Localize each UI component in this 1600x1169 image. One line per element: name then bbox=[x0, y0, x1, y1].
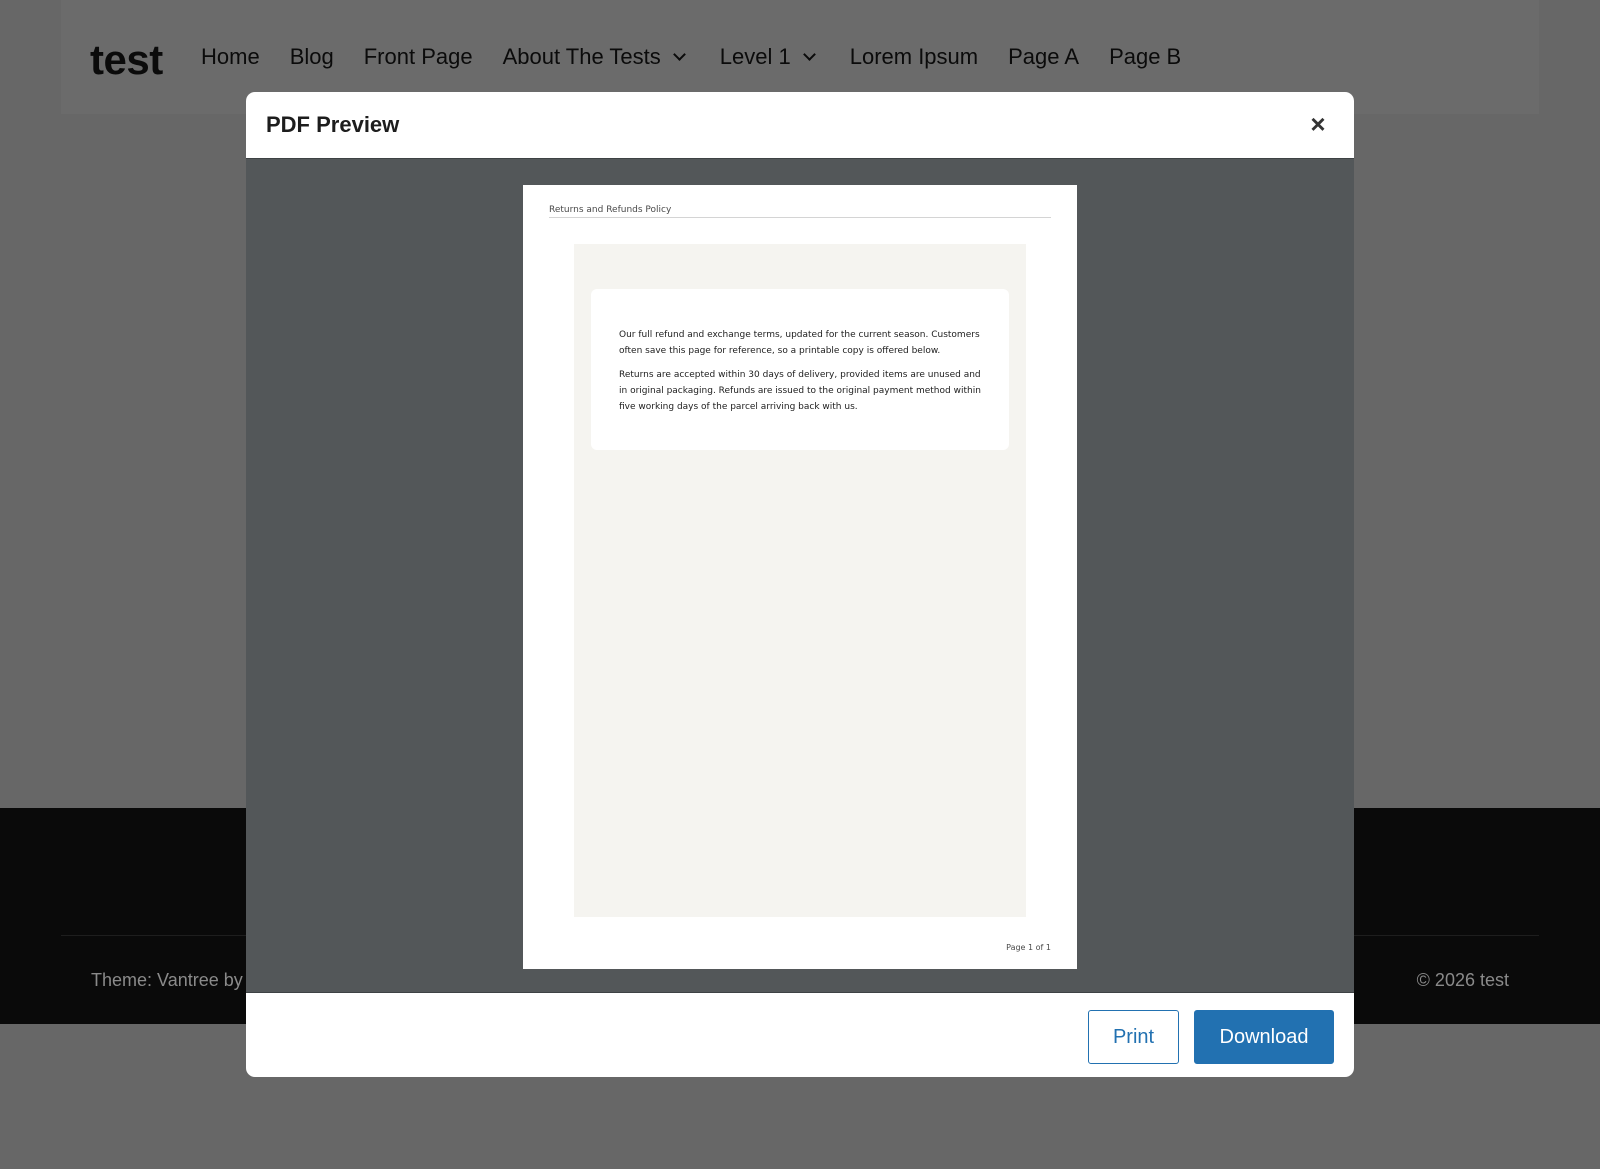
nav-item-page-a[interactable]: Page A bbox=[1008, 44, 1079, 70]
nav-label: About The Tests bbox=[502, 44, 661, 69]
nav-item-lorem-ipsum[interactable]: Lorem Ipsum bbox=[850, 44, 978, 70]
print-button[interactable]: Print bbox=[1088, 1010, 1179, 1064]
nav-label: Level 1 bbox=[719, 44, 791, 69]
pdf-preview-modal: PDF Preview × Returns and Refunds Policy… bbox=[246, 92, 1354, 1077]
pdf-page-body: Our full refund and exchange terms, upda… bbox=[574, 244, 1026, 917]
chevron-down-icon[interactable] bbox=[802, 47, 816, 61]
nav-item-level-1[interactable]: Level 1 bbox=[719, 44, 816, 70]
nav-item-page-b[interactable]: Page B bbox=[1109, 44, 1181, 70]
nav-label: Lorem Ipsum bbox=[849, 44, 979, 69]
site-title[interactable]: test bbox=[90, 36, 163, 84]
footer-copyright: © 2026 test bbox=[1416, 970, 1509, 990]
modal-footer: Print Download bbox=[246, 993, 1354, 1077]
nav-label: Page B bbox=[1109, 44, 1182, 69]
pdf-content-card: Our full refund and exchange terms, upda… bbox=[591, 289, 1009, 450]
modal-title: PDF Preview bbox=[266, 112, 400, 137]
nav-item-home[interactable]: Home bbox=[201, 44, 260, 70]
pdf-page-indicator: Page 1 of 1 bbox=[1006, 943, 1051, 952]
pdf-page: Returns and Refunds Policy Our full refu… bbox=[523, 185, 1077, 969]
nav-label: Page A bbox=[1008, 44, 1080, 69]
nav-item-blog[interactable]: Blog bbox=[290, 44, 334, 70]
nav-label: Home bbox=[201, 44, 260, 69]
footer-theme-credit: Theme: Vantree by bbox=[91, 970, 243, 990]
close-icon[interactable]: × bbox=[1304, 110, 1332, 138]
pdf-paragraph: Our full refund and exchange terms, upda… bbox=[619, 330, 980, 356]
nav-label: Front Page bbox=[363, 44, 473, 69]
nav-item-front-page[interactable]: Front Page bbox=[364, 44, 473, 70]
download-button[interactable]: Download bbox=[1194, 1010, 1334, 1064]
pdf-page-header: Returns and Refunds Policy bbox=[549, 205, 672, 215]
main-nav: Home Blog Front Page About The Tests Lev… bbox=[201, 44, 1211, 70]
pdf-viewer[interactable]: Returns and Refunds Policy Our full refu… bbox=[246, 158, 1354, 993]
nav-item-about-the-tests[interactable]: About The Tests bbox=[502, 44, 686, 70]
pdf-paragraph: Returns are accepted within 30 days of d… bbox=[619, 370, 981, 412]
nav-label: Blog bbox=[289, 44, 334, 69]
modal-header: PDF Preview × bbox=[246, 92, 1354, 158]
pdf-header-divider bbox=[549, 217, 1051, 218]
chevron-down-icon[interactable] bbox=[672, 47, 686, 61]
